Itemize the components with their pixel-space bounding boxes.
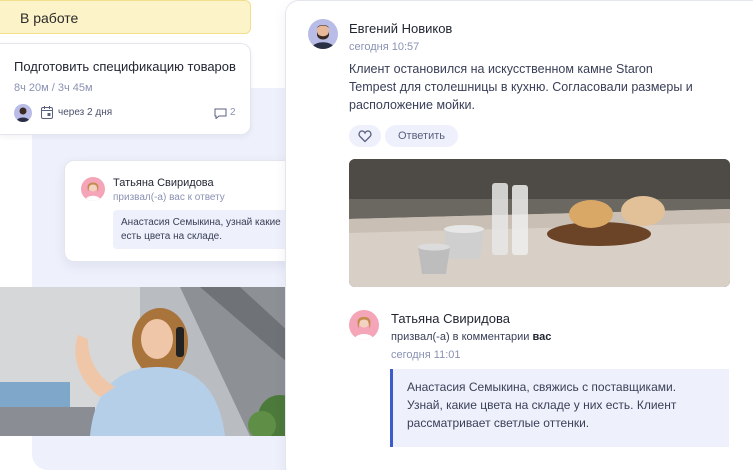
comment-quote: Анастасия Семыкина, свяжись с поставщика…: [390, 369, 729, 447]
task-title: Подготовить спецификацию товаров: [14, 59, 236, 74]
assignee-avatar[interactable]: [14, 104, 32, 122]
notification-author: Татьяна Свиридова: [113, 177, 214, 189]
comment-text: Клиент остановился на искусственном камн…: [349, 62, 693, 112]
notification-quote: Анастасия Семыкина, узнай какие есть цве…: [113, 210, 301, 249]
heart-icon: [358, 130, 372, 143]
woman-on-phone-photo: [0, 287, 316, 436]
comment-author: Евгений Новиков: [349, 21, 453, 36]
mention-notification[interactable]: Татьяна Свиридова призвал(-а) вас к отве…: [64, 160, 316, 262]
task-due-date: через 2 дня: [58, 107, 113, 118]
author-avatar: [81, 177, 105, 201]
mention-target: вас: [532, 331, 552, 343]
kitchen-countertop-photo: [349, 159, 730, 287]
task-time-spent: 8ч 20м / 3ч 45м: [14, 82, 93, 94]
status-label: В работе: [20, 10, 79, 26]
reply-button[interactable]: Ответить: [385, 125, 458, 147]
notification-action: призвал(-а) вас к ответу: [113, 192, 225, 203]
task-card[interactable]: Подготовить спецификацию товаров 8ч 20м …: [0, 43, 251, 135]
calendar-icon: [41, 106, 53, 119]
comment-icon[interactable]: [214, 108, 227, 119]
comments-panel: Евгений Новиков сегодня 10:57 Клиент ост…: [285, 0, 753, 470]
comment-author: Татьяна Свиридова: [391, 311, 510, 326]
comment-action: призвал(-а) в комментарии вас: [391, 331, 552, 343]
like-button[interactable]: [349, 125, 381, 147]
comment-time: сегодня 11:01: [391, 349, 461, 361]
author-avatar[interactable]: [308, 19, 338, 49]
comment-time: сегодня 10:57: [349, 41, 420, 53]
status-column-header[interactable]: В работе: [0, 0, 251, 34]
comment-count: 2: [230, 107, 236, 118]
author-avatar[interactable]: [349, 310, 379, 340]
